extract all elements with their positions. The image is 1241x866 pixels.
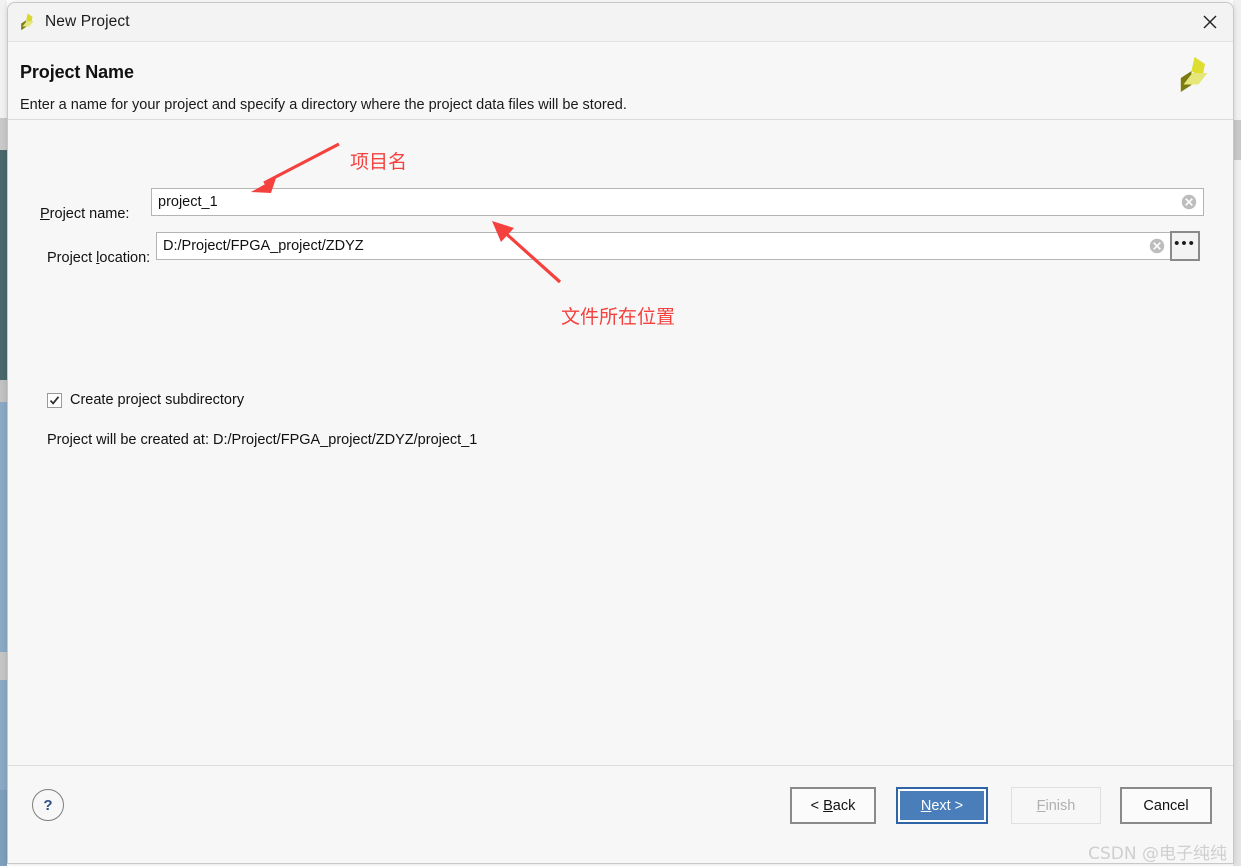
checkmark-icon[interactable]	[47, 393, 62, 408]
dialog-header: Project Name Enter a name for your proje…	[8, 42, 1233, 120]
new-project-dialog: New Project Project Name Enter a name fo…	[7, 2, 1234, 864]
create-subdirectory-label: Create project subdirectory	[70, 392, 244, 408]
finish-button-label: Finish	[1037, 798, 1076, 814]
background-strip-left-7	[0, 790, 7, 866]
background-strip-left-5	[0, 652, 7, 680]
csdn-watermark: CSDN @电子纯纯	[1088, 839, 1227, 864]
dialog-titlebar: New Project	[8, 3, 1233, 42]
ellipsis-browse-icon[interactable]: •••	[1170, 231, 1200, 261]
background-strip-left-3	[0, 380, 7, 402]
next-button-label: Next >	[921, 798, 963, 814]
background-strip-right-3	[1233, 720, 1241, 866]
dialog-body: Project name: project_1 Project location…	[8, 120, 1233, 765]
project-location-value: D:/Project/FPGA_project/ZDYZ	[157, 238, 364, 254]
background-strip-left-0	[0, 0, 7, 118]
project-location-row: Project location:	[47, 244, 150, 272]
next-button[interactable]: Next >	[896, 787, 988, 824]
page-title: Project Name	[20, 62, 134, 83]
back-button-label: < Back	[811, 798, 856, 814]
annotation-file-location: 文件所在位置	[561, 302, 675, 329]
project-name-row: Project name:	[40, 200, 129, 228]
finish-button: Finish	[1011, 787, 1101, 824]
vivado-logo-icon	[17, 12, 37, 32]
annotation-project-name: 项目名	[350, 147, 407, 174]
create-subdirectory-checkbox[interactable]: Create project subdirectory	[47, 392, 244, 408]
background-strip-left-6	[0, 680, 7, 790]
project-location-input[interactable]: D:/Project/FPGA_project/ZDYZ	[156, 232, 1172, 260]
dialog-title: New Project	[45, 13, 130, 31]
clear-circle-icon[interactable]	[1181, 194, 1197, 210]
cancel-button-label: Cancel	[1143, 798, 1188, 814]
background-strip-left-4	[0, 402, 7, 652]
background-strip-right-0	[1233, 0, 1241, 120]
cancel-button[interactable]: Cancel	[1120, 787, 1212, 824]
page-subtitle: Enter a name for your project and specif…	[20, 97, 627, 113]
dialog-footer: ? < Back Next > Finish Cancel CSDN @电子纯纯	[8, 765, 1233, 864]
back-button[interactable]: < Back	[790, 787, 876, 824]
background-strip-left-1	[0, 118, 7, 150]
help-button[interactable]: ?	[32, 789, 64, 821]
background-strip-right-1	[1233, 120, 1241, 160]
project-name-value: project_1	[152, 194, 218, 210]
project-name-input[interactable]: project_1	[151, 188, 1204, 216]
background-strip-left-2	[0, 150, 7, 380]
xilinx-vivado-logo-icon	[1171, 54, 1215, 98]
project-location-label: Project location:	[47, 250, 150, 266]
project-created-at-text: Project will be created at: D:/Project/F…	[47, 432, 477, 448]
project-name-label: Project name:	[40, 206, 129, 222]
close-icon[interactable]	[1187, 3, 1233, 40]
background-strip-right-2	[1233, 160, 1241, 720]
clear-circle-icon[interactable]	[1149, 238, 1165, 254]
